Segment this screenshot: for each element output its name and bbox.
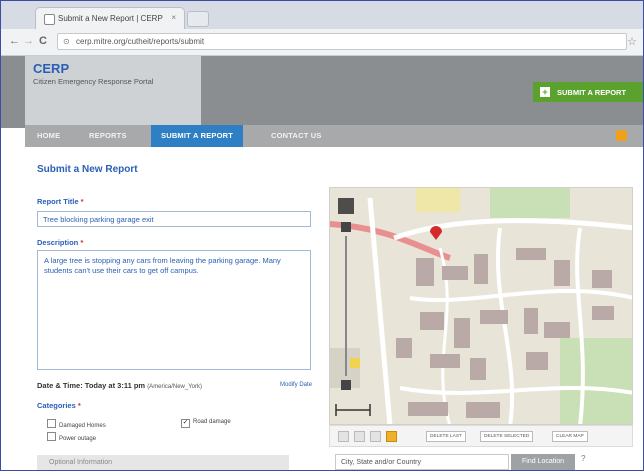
location-search-input[interactable]: City, State and/or Country <box>335 454 509 470</box>
close-tab-icon[interactable]: × <box>171 13 176 22</box>
main-content: Submit a New Report Report Title * Tree … <box>25 147 643 470</box>
description-label: Description * <box>37 238 84 247</box>
map-view[interactable] <box>329 187 633 425</box>
plus-icon: + <box>540 87 550 97</box>
tab-title: Submit a New Report | CERP <box>58 14 163 23</box>
clear-map-button[interactable]: CLEAR MAP <box>552 431 588 442</box>
find-location-button[interactable]: Find Location <box>511 454 575 470</box>
category-power-outage[interactable]: Power outage <box>47 432 96 442</box>
delete-selected-button[interactable]: DELETE SELECTED <box>480 431 534 442</box>
category-damaged-homes[interactable]: Damaged Homes <box>47 419 106 429</box>
page-icon <box>44 14 55 25</box>
timezone-label: (America/New_York) <box>147 384 202 390</box>
report-title-label: Report Title * <box>37 197 84 206</box>
browser-tab[interactable]: Submit a New Report | CERP × <box>35 7 185 29</box>
site-logo[interactable]: CERP Citizen Emergency Response Portal <box>25 56 201 128</box>
rss-icon[interactable] <box>616 130 627 141</box>
forward-icon[interactable]: → <box>23 35 34 47</box>
reload-icon[interactable]: C <box>39 35 47 47</box>
back-icon[interactable]: ← <box>9 35 20 47</box>
point-tool-icon[interactable] <box>386 431 397 442</box>
pan-tool-icon[interactable] <box>338 431 349 442</box>
line-tool-icon[interactable] <box>370 431 381 442</box>
new-tab-button[interactable] <box>187 11 209 27</box>
modify-date-link[interactable]: Modify Date <box>280 382 312 388</box>
date-time-label: Date & Time: Today at 3:11 pm (America/N… <box>37 381 202 390</box>
nav-submit-report[interactable]: SUBMIT A REPORT <box>151 125 244 147</box>
nav-home[interactable]: HOME <box>37 131 60 140</box>
description-value: A large tree is stopping any cars from l… <box>44 256 281 275</box>
map-toolbar: DELETE LAST DELETE SELECTED CLEAR MAP <box>329 425 633 447</box>
report-title-input[interactable]: Tree blocking parking garage exit <box>37 211 311 227</box>
submit-report-header-button[interactable]: + SUBMIT A REPORT <box>533 82 643 102</box>
logo-subtitle: Citizen Emergency Response Portal <box>33 77 154 86</box>
browser-window: Submit a New Report | CERP × ← → C ⊙ cer… <box>0 0 644 471</box>
polygon-tool-icon[interactable] <box>354 431 365 442</box>
help-icon[interactable]: ? <box>581 454 585 463</box>
categories-label: Categories * <box>37 401 81 410</box>
page-info-icon: ⊙ <box>63 37 70 46</box>
checkbox[interactable] <box>47 432 56 441</box>
submit-report-label: SUBMIT A REPORT <box>557 88 627 97</box>
description-textarea[interactable]: A large tree is stopping any cars from l… <box>37 250 311 370</box>
delete-last-button[interactable]: DELETE LAST <box>426 431 466 442</box>
main-nav: HOME REPORTS SUBMIT A REPORT CONTACT US <box>25 125 643 147</box>
address-bar-row: ← → C ⊙ cerp.mitre.org/cutheit/reports/s… <box>1 29 643 56</box>
logo-title: CERP <box>33 61 70 76</box>
url-input[interactable]: ⊙ cerp.mitre.org/cutheit/reports/submit <box>57 33 627 50</box>
checkbox-checked[interactable]: ✓ <box>181 419 190 428</box>
checkbox[interactable] <box>47 419 56 428</box>
bookmark-star-icon[interactable]: ☆ <box>627 35 637 48</box>
page-title: Submit a New Report <box>37 164 138 175</box>
report-title-value: Tree blocking parking garage exit <box>43 215 154 224</box>
category-road-damage[interactable]: ✓ Road damage <box>181 419 231 428</box>
nav-contact-us[interactable]: CONTACT US <box>271 131 322 140</box>
tab-strip: Submit a New Report | CERP × <box>1 1 643 29</box>
nav-reports[interactable]: REPORTS <box>89 131 127 140</box>
url-text: cerp.mitre.org/cutheit/reports/submit <box>76 37 205 46</box>
map-tiles <box>330 188 632 424</box>
optional-information-section[interactable]: Optional Information <box>37 455 289 470</box>
